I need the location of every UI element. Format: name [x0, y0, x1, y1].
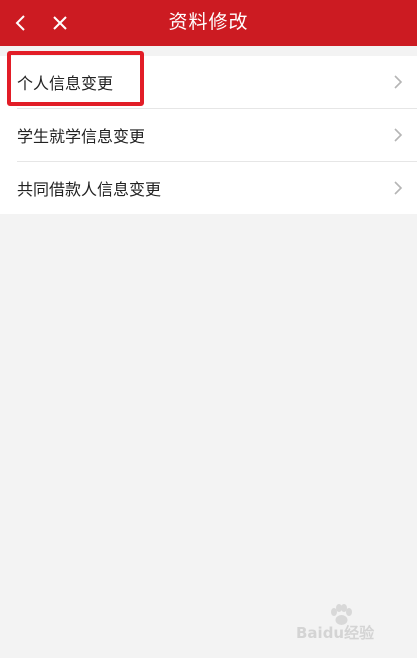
page-title: 资料修改 — [168, 11, 249, 33]
menu-item-co-borrower-info[interactable]: 共同借款人信息变更 — [0, 162, 417, 214]
chevron-right-icon — [394, 75, 403, 89]
chevron-right-icon — [394, 181, 403, 195]
top-nav-bar: 资料修改 — [0, 0, 417, 46]
menu-item-label: 学生就学信息变更 — [17, 127, 146, 146]
settings-list: 个人信息变更 学生就学信息变更 共同借款人信息变更 — [0, 56, 417, 214]
menu-item-label: 个人信息变更 — [17, 74, 114, 93]
chevron-right-icon — [394, 128, 403, 142]
menu-item-label: 共同借款人信息变更 — [17, 180, 162, 199]
menu-item-student-info[interactable]: 学生就学信息变更 — [0, 109, 417, 161]
watermark-text: Baidu经验 — [296, 624, 375, 642]
menu-item-personal-info[interactable]: 个人信息变更 — [0, 56, 417, 108]
baidu-jingyan-watermark: Baidu经验 — [296, 604, 408, 646]
